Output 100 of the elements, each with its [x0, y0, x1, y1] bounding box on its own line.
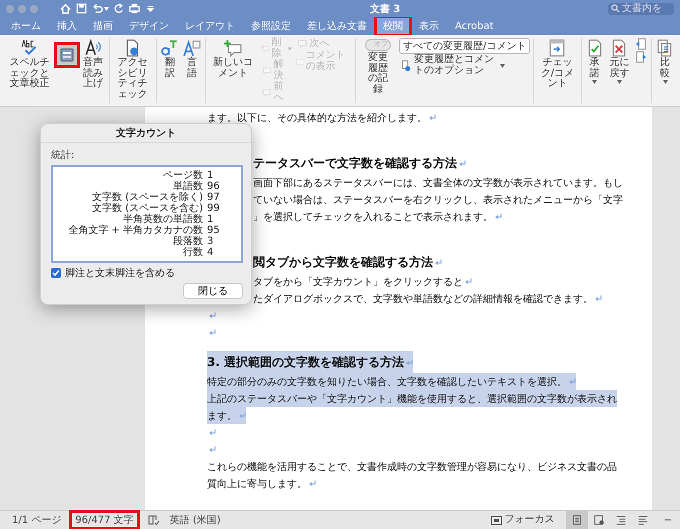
home-icon	[59, 2, 72, 15]
checkbox[interactable]	[51, 268, 61, 278]
caret-icon	[662, 80, 668, 84]
paragraph-mark-icon	[209, 446, 216, 453]
compare-documents-icon	[656, 39, 674, 57]
statistic-label: ページ数	[162, 170, 203, 181]
statistic-value: 3	[207, 236, 214, 247]
paragraph-mark-icon	[209, 312, 216, 319]
window-title: 文書 3	[368, 2, 402, 16]
review-pane-button[interactable]: チェック/コメント	[537, 38, 578, 90]
delete-comment-icon	[260, 42, 270, 54]
body-text: 」を選択してチェックを入れることで表示されます。	[253, 210, 493, 224]
compare-documents-button[interactable]: 比較	[655, 38, 675, 85]
outline-icon	[614, 514, 627, 526]
word-count-button[interactable]	[56, 44, 78, 66]
save-icon	[75, 2, 88, 15]
review-pane-icon	[548, 39, 566, 57]
proofing-icon[interactable]	[148, 514, 160, 526]
paragraph-mark-icon	[309, 480, 316, 487]
word-count[interactable]: 96/477 文字	[71, 512, 138, 528]
markup-dropdown[interactable]: すべての変更履歴/コメント	[398, 38, 530, 54]
statistics-label: 統計:	[51, 148, 76, 162]
statistic-label: 行数	[182, 247, 203, 258]
undo-icon	[91, 2, 104, 15]
draft-icon	[636, 514, 649, 526]
body-text: これらの機能を活用することで、文書作成時の文字数管理が容易になり、ビジネス文書の品	[207, 460, 617, 474]
next-comment-icon	[296, 38, 308, 50]
print-button[interactable]	[127, 2, 142, 15]
section-heading: 閲タブから文字数を確認する方法	[253, 254, 433, 270]
statistic-value: 1	[207, 170, 214, 181]
statistic-value: 1	[207, 214, 214, 225]
page-count[interactable]: 1/1 ページ	[12, 513, 62, 527]
previous-change-icon	[635, 38, 647, 50]
track-options-button[interactable]: 変更履歴とコメントのオプション	[398, 55, 530, 76]
home-button[interactable]	[58, 2, 73, 15]
paragraph-mark-icon	[569, 378, 576, 385]
body-text: たダイアログボックスで、文字数や単語数などの詳細情報を確認できます。	[253, 292, 593, 306]
save-button[interactable]	[74, 2, 89, 15]
statistic-value: 97	[207, 192, 221, 203]
spelling-check-icon	[20, 39, 39, 57]
focus-button[interactable]: フォーカス	[490, 514, 556, 526]
statistic-value: 99	[207, 203, 221, 214]
section-heading: 3. 選択範囲の文字数を確認する方法	[207, 354, 404, 370]
track-options-icon	[400, 60, 412, 72]
caret-icon	[616, 80, 622, 84]
paragraph-mark-icon	[209, 429, 216, 436]
statistic-label: 全角文字 + 半角カタカナの数	[67, 225, 203, 236]
accept-change-button[interactable]: 承諾	[584, 38, 605, 85]
statistic-value: 95	[207, 225, 221, 236]
language-button[interactable]: 言語	[182, 38, 202, 80]
read-aloud-button[interactable]: 音声読み上げ	[80, 38, 106, 90]
next-change-icon	[635, 51, 647, 63]
statistic-label: 半角英数の単語数	[122, 214, 203, 225]
statistic-value: 4	[207, 247, 214, 258]
previous-change-button[interactable]	[634, 38, 648, 50]
caret-icon	[592, 80, 598, 84]
new-comment-icon	[224, 39, 242, 57]
body-text: 特定の部分のみの文字数を知りたい場合、文字数を確認したいテキストを選択。	[207, 376, 567, 388]
body-text: ます。	[207, 410, 237, 422]
view-button[interactable]	[566, 511, 588, 529]
paragraph-mark-icon	[435, 258, 442, 266]
paragraph-mark-icon	[239, 412, 246, 419]
language-icon	[182, 39, 201, 57]
language-status[interactable]: 英語 (米国)	[170, 513, 221, 527]
reject-change-button[interactable]: 元に戻す	[606, 38, 632, 85]
statistic-label: 単語数	[172, 181, 203, 192]
spelling-check-button[interactable]: スペルチェックと文章校正	[5, 38, 54, 90]
check-icon	[52, 269, 60, 277]
document-check-button[interactable]: アクセシビリティチェック	[112, 38, 153, 101]
paragraph-mark-icon	[495, 213, 502, 220]
zoom-out-button[interactable]: −	[664, 514, 680, 526]
statistic-label: 文字数 (スペースを含む)	[91, 203, 203, 214]
dialog-title: 文字カウント	[41, 124, 251, 143]
paragraph-mark-icon	[595, 295, 602, 302]
paragraph-mark-icon	[465, 278, 472, 285]
body-text: 上記のステータスバーや「文字カウント」機能を使用すると、選択範囲の文字数が表示され	[207, 392, 617, 406]
resolve-comment-icon	[260, 64, 272, 76]
body-text: ていない場合は、ステータスバーを右クリックし、表示されたメニューから「文字	[253, 194, 623, 206]
caret-icon	[104, 6, 109, 10]
print-icon	[128, 2, 141, 15]
statistic-label: 段落数	[172, 236, 203, 247]
word-count-icon	[59, 47, 76, 63]
checkbox-label: 脚注と文末脚注を含める	[65, 266, 175, 280]
redo-icon	[112, 2, 125, 15]
caret-icon	[500, 64, 505, 68]
search-icon	[611, 4, 620, 13]
print-layout-icon	[570, 514, 583, 526]
statistic-value: 96	[207, 181, 221, 192]
body-text: ます。以下に、その具体的な方法を紹介します。	[207, 112, 427, 124]
body-text: 画面下部にあるステータスバーには、文書全体の文字数が表示されています。もし	[253, 176, 623, 190]
caret-icon	[288, 46, 292, 50]
paragraph-mark-icon	[209, 329, 216, 336]
next-change-button[interactable]	[634, 51, 648, 63]
paragraph-mark-icon	[459, 160, 466, 166]
new-comment-button[interactable]: 新しいコメント	[208, 38, 258, 80]
previous-comment-icon	[260, 86, 272, 98]
paragraph-mark-icon	[429, 114, 436, 121]
translate-button[interactable]: 翻訳	[160, 38, 180, 80]
close-button[interactable]: 閉じる	[183, 283, 243, 299]
translate-icon	[160, 39, 179, 57]
